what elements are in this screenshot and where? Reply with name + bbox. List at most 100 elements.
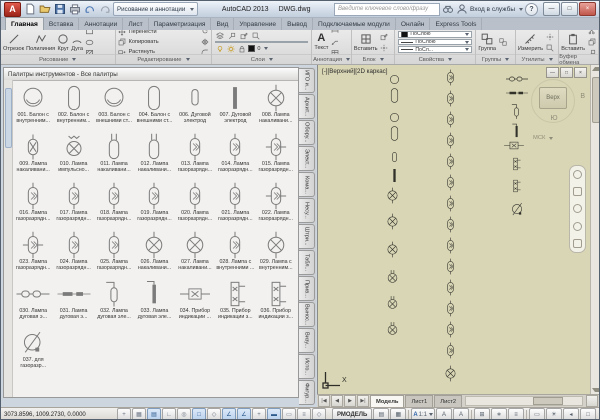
lineweight-toggle[interactable]: ▬ xyxy=(267,408,281,420)
ribbon-tab-Параметризация[interactable]: Параметризация xyxy=(149,18,212,30)
panel-footer-layers[interactable]: Слои xyxy=(212,54,311,64)
polyline-button[interactable]: Полилиния xyxy=(26,33,55,52)
palette-item-024[interactable]: 024. Лампа газоразрядн... xyxy=(53,229,93,278)
showmotion-icon[interactable] xyxy=(573,239,582,248)
polar-tracking-toggle[interactable]: ◎ xyxy=(177,408,191,420)
ellipse-tool-icon[interactable] xyxy=(85,38,94,47)
status-tray-arrow[interactable]: ◂ xyxy=(563,408,579,420)
object-color-dropdown[interactable]: ПоСлою xyxy=(398,31,472,38)
ribbon-tab-Главная[interactable]: Главная xyxy=(5,17,44,30)
doc-close-button[interactable]: × xyxy=(574,67,587,78)
next-layout-button[interactable]: ▶ xyxy=(344,395,356,407)
palette-item-033[interactable]: 033. Лампа дуговая эле... xyxy=(134,278,174,327)
ribbon-tab-Управление[interactable]: Управление xyxy=(234,18,282,30)
palette-item-004[interactable]: 004. Балон с внешними ст... xyxy=(134,82,174,131)
palette-item-011[interactable]: 011. Лампа накаливани... xyxy=(94,131,134,180)
circle-button[interactable]: Круг xyxy=(57,33,69,52)
layout-tab-Лист1[interactable]: Лист1 xyxy=(405,395,433,407)
panel-footer-utils[interactable]: Утилиты xyxy=(516,54,558,64)
palette-tab-9[interactable]: Вынос... xyxy=(299,302,315,327)
palette-tab-0[interactable]: ИГО и... xyxy=(299,68,315,93)
palette-item-025[interactable]: 025. Лампа газоразрядн... xyxy=(94,229,134,278)
object-snap-tracking-toggle[interactable]: ∠ xyxy=(222,408,236,420)
palette-item-028[interactable]: 028. Лампа с внутренними ... xyxy=(215,229,255,278)
layers-icon[interactable] xyxy=(215,31,224,40)
palette-item-020[interactable]: 020. Лампа газоразрядн... xyxy=(175,180,215,229)
palette-tab-11[interactable]: Исто... xyxy=(299,354,315,379)
panel-footer-props[interactable]: Свойства xyxy=(395,54,475,64)
scroll-up-icon[interactable] xyxy=(592,67,599,71)
palette-item-031[interactable]: 031. Лампа дуговая э... xyxy=(53,278,93,327)
panel-footer-annotate[interactable]: Аннотация xyxy=(312,54,351,64)
clean-screen-button[interactable]: □ xyxy=(580,408,596,420)
palette-item-007[interactable]: 007. Дуговой электрод xyxy=(215,82,255,131)
object-snap-toggle[interactable]: □ xyxy=(192,408,206,420)
measure-button[interactable]: Измерить xyxy=(518,33,543,52)
text-button[interactable]: А Текст xyxy=(314,33,328,51)
scroll-down-icon[interactable] xyxy=(592,388,599,392)
viewcube-top-face[interactable]: Верх xyxy=(539,87,567,109)
full-navigation-wheel-icon[interactable] xyxy=(573,170,582,179)
ribbon-tab-Вставка[interactable]: Вставка xyxy=(44,18,80,30)
viewcube-south-label[interactable]: Ю xyxy=(550,115,557,122)
panel-footer-block[interactable]: Блок xyxy=(352,54,394,64)
vertical-scroll-thumb[interactable] xyxy=(592,77,599,123)
quick-view-drawings-icon[interactable]: ▦ xyxy=(390,408,406,420)
lineweight-dropdown[interactable]: ПоСлою xyxy=(398,39,472,46)
signin-button[interactable]: Вход в службы xyxy=(470,6,523,13)
id-point-icon[interactable] xyxy=(380,43,389,52)
palette-item-027[interactable]: 027. Лампа накаливани... xyxy=(175,229,215,278)
open-file-button[interactable] xyxy=(38,3,51,16)
cut-icon[interactable] xyxy=(587,30,596,36)
palette-item-035[interactable]: 035. Прибор индикации з... xyxy=(215,278,255,327)
quick-select-icon[interactable] xyxy=(251,31,260,40)
dynamic-ucs-toggle[interactable]: ∠ xyxy=(237,408,251,420)
palette-item-010[interactable]: 010. Лампа импульсно... xyxy=(53,131,93,180)
insert-block-button[interactable]: Вставить xyxy=(354,33,378,52)
rect-tool-icon[interactable] xyxy=(85,30,94,36)
save-file-button[interactable] xyxy=(53,3,66,16)
last-layout-button[interactable]: ▶| xyxy=(357,395,369,407)
palette-item-022[interactable]: 022. Лампа газоразрядн... xyxy=(256,180,296,229)
panel-footer-groups[interactable]: Группы xyxy=(476,54,515,64)
palette-tab-2[interactable]: Обору... xyxy=(299,120,315,145)
palette-tab-5[interactable]: Несу... xyxy=(299,198,315,223)
palette-item-029[interactable]: 029. Лампа с внутренним... xyxy=(256,229,296,278)
ribbon-tab-Лист[interactable]: Лист xyxy=(123,18,148,30)
selection-cycling-toggle[interactable]: ◇ xyxy=(312,408,326,420)
navigation-bar[interactable] xyxy=(569,165,586,253)
rotate-icon[interactable] xyxy=(200,30,209,36)
palette-item-026[interactable]: 026. Лампа накаливани... xyxy=(134,229,174,278)
palette-item-018[interactable]: 018. Лампа газоразрядн... xyxy=(94,180,134,229)
viewcube-wcs-menu[interactable]: МСК xyxy=(533,135,553,141)
palette-item-023[interactable]: 023. Лампа газоразрядн... xyxy=(13,229,53,278)
viewport-controls[interactable]: [-][Верхний][2D каркас] xyxy=(322,68,387,75)
toolbar-lock-icon[interactable]: ∗ xyxy=(491,408,507,420)
snap-mode-toggle[interactable]: ▦ xyxy=(132,408,146,420)
palette-item-009[interactable]: 009. Лампа накаливани... xyxy=(13,131,53,180)
palette-tab-8[interactable]: Прив... xyxy=(299,276,315,301)
ribbon-tab-Вывод[interactable]: Вывод xyxy=(282,18,313,30)
paper-model-toggle[interactable]: РМОДЕЛЬ xyxy=(332,408,372,420)
prev-layout-button[interactable]: ◀ xyxy=(331,395,343,407)
help-button[interactable]: ? xyxy=(525,3,538,16)
match-props-icon[interactable] xyxy=(227,31,236,40)
edit-block-icon[interactable] xyxy=(239,31,248,40)
isolate-objects-icon[interactable]: ▭ xyxy=(529,408,545,420)
palette-item-012[interactable]: 012. Лампа накаливани... xyxy=(134,131,174,180)
palette-tab-3[interactable]: Элект... xyxy=(299,146,315,171)
canvas-vertical-scrollbar[interactable] xyxy=(590,65,599,394)
minimize-button[interactable]: — xyxy=(543,2,560,16)
palette-item-013[interactable]: 013. Лампа газоразрядн... xyxy=(175,131,215,180)
panel-footer-draw[interactable]: Рисование xyxy=(1,54,115,64)
palette-item-008[interactable]: 008. Лампа накаливани... xyxy=(256,82,296,131)
dynamic-input-toggle[interactable]: + xyxy=(252,408,266,420)
move-button[interactable]: Перенести xyxy=(118,30,199,37)
palette-item-030[interactable]: 030. Лампа дуговая э... xyxy=(13,278,53,327)
paste-button[interactable]: Вставить xyxy=(561,33,585,52)
palette-item-019[interactable]: 019. Лампа газоразрядн... xyxy=(134,180,174,229)
palette-tab-6[interactable]: Штри... xyxy=(299,224,315,249)
orbit-icon[interactable] xyxy=(573,222,582,231)
palette-item-006[interactable]: 006. Дуговой электрод xyxy=(175,82,215,131)
quick-view-layouts-icon[interactable]: ▤ xyxy=(373,408,389,420)
